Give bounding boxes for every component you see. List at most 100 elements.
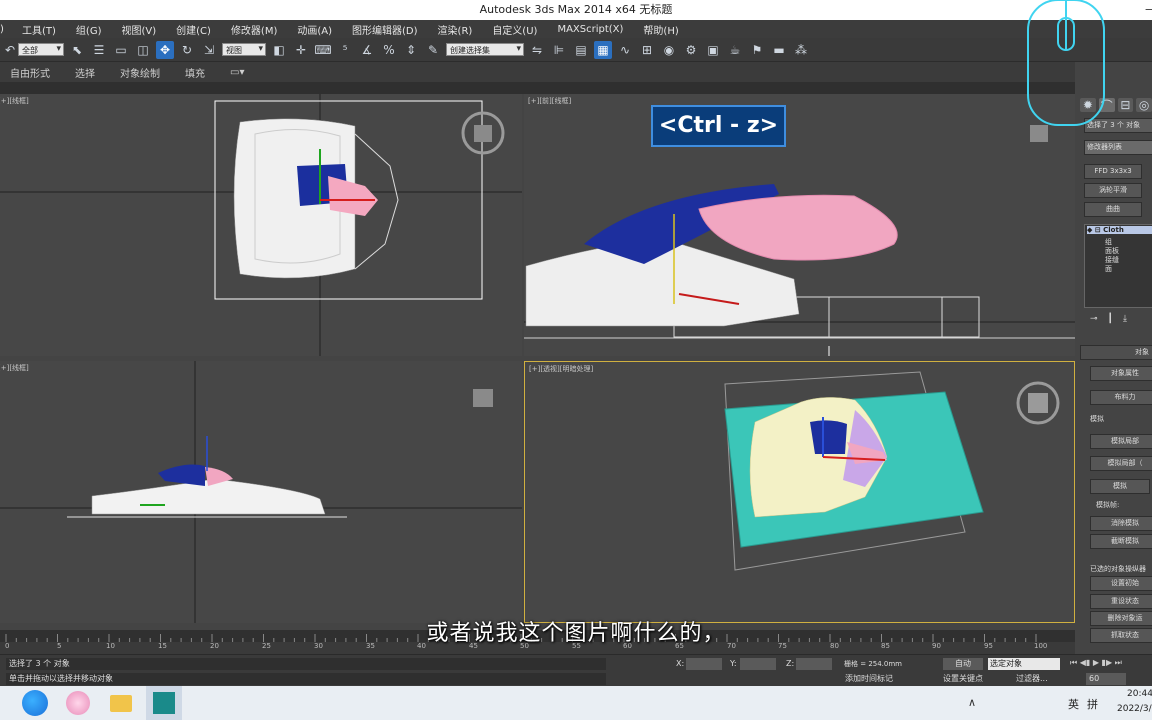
keyboard-shortcut-icon[interactable]: ⌨ (314, 41, 332, 59)
spinner-snap-icon[interactable]: ⇕ (402, 41, 420, 59)
rollout-object-header[interactable]: 对象 (1080, 345, 1152, 360)
render-iterative-icon[interactable]: ⚑ (748, 41, 766, 59)
menu-overflow[interactable]: ) (0, 24, 12, 35)
status-line-2: 单击并拖动以选择并移动对象 (6, 673, 606, 685)
select-move-icon[interactable]: ✥ (156, 40, 174, 59)
auto-key-button[interactable]: 自动 (943, 658, 983, 670)
make-unique-icon[interactable]: ⤓ (1123, 314, 1127, 328)
simulate-local-damped-button[interactable]: 模拟局部（ (1090, 456, 1152, 471)
layer-manager-icon[interactable]: ▤ (572, 41, 590, 59)
stack-cloth-label: Cloth (1103, 226, 1124, 234)
ribbon-options-icon[interactable]: ▭▾ (220, 67, 259, 78)
window-crossing-icon[interactable]: ◫ (134, 41, 152, 59)
coord-x-field[interactable] (686, 658, 722, 670)
current-frame-field[interactable]: 60 (1086, 673, 1126, 685)
set-initial-state-button[interactable]: 设置初始 (1090, 576, 1152, 591)
erase-simulation-button[interactable]: 消除模拟 (1090, 516, 1152, 531)
selection-filter-dropdown[interactable]: 全部 (18, 43, 64, 56)
status-bar: 选择了 3 个 对象 单击并拖动以选择并移动对象 X: Y: Z: 栅格 = 2… (0, 654, 1152, 686)
curve-editor-icon[interactable]: ∿ (616, 41, 634, 59)
select-rotate-icon[interactable]: ↻ (178, 41, 196, 59)
menu-bar: ) 工具(T) 组(G) 视图(V) 创建(C) 修改器(M) 动画(A) 图形… (0, 20, 1152, 38)
extra-tool-1-icon[interactable]: ▬ (770, 41, 788, 59)
coord-z-label: Z: (786, 659, 795, 668)
angle-snap-icon[interactable]: ∡ (358, 41, 376, 59)
reset-state-button[interactable]: 重设状态 (1090, 594, 1152, 609)
cloth-forces-button[interactable]: 布料力 (1090, 390, 1152, 405)
viewport-front-canvas (524, 125, 1075, 356)
render-setup-icon[interactable]: ⚙ (682, 41, 700, 59)
rendered-frame-icon[interactable]: ▣ (704, 41, 722, 59)
edge-browser-icon[interactable] (22, 690, 48, 716)
playback-controls[interactable]: ⏮ ◀▮ ▶ ▮▶ ⏭ (1070, 658, 1152, 670)
select-by-name-icon[interactable]: ☰ (90, 41, 108, 59)
material-editor-icon[interactable]: ◉ (660, 41, 678, 59)
modifier-list-dropdown[interactable]: 修改器列表 (1084, 140, 1152, 155)
menu-rendering[interactable]: 渲染(R) (428, 22, 483, 37)
coord-z-field[interactable] (796, 658, 832, 670)
pin-stack-icon[interactable]: ⊸ (1090, 314, 1098, 328)
ref-coord-dropdown[interactable]: 视图 (222, 43, 266, 56)
menu-animation[interactable]: 动画(A) (287, 22, 342, 37)
menu-create[interactable]: 创建(C) (166, 22, 221, 37)
rect-selection-icon[interactable]: ▭ (112, 41, 130, 59)
show-end-result-icon[interactable]: ┃ (1108, 314, 1113, 328)
ribbon-tab-object-paint[interactable]: 对象绘制 (110, 65, 175, 80)
undo-icon[interactable]: ↶ (5, 41, 15, 59)
simulate-local-button[interactable]: 模拟局部 (1090, 434, 1152, 449)
ffd-button[interactable]: FFD 3x3x3 (1084, 164, 1142, 179)
truncate-simulation-button[interactable]: 截断模拟 (1090, 534, 1152, 549)
coord-y-field[interactable] (740, 658, 776, 670)
ribbon-tab-populate[interactable]: 填充 (175, 65, 220, 80)
section-selected-manipulator: 已选的对象操纵器 (1090, 565, 1146, 573)
ime-language[interactable]: 英 (1068, 696, 1079, 712)
mirror-icon[interactable]: ⇋ (528, 41, 546, 59)
ribbon-tab-freeform[interactable]: 自由形式 (0, 65, 65, 80)
simulate-button[interactable]: 模拟 (1090, 479, 1150, 494)
menu-customize[interactable]: 自定义(U) (482, 22, 547, 37)
file-explorer-icon[interactable] (110, 695, 132, 712)
ribbon-tab-selection[interactable]: 选择 (65, 65, 110, 80)
menu-maxscript[interactable]: MAXScript(X) (547, 24, 633, 35)
menu-tools[interactable]: 工具(T) (12, 22, 66, 37)
tray-chevron-icon[interactable]: ∧ (968, 696, 976, 709)
music-app-icon[interactable] (66, 691, 90, 715)
stack-cloth[interactable]: ◆ ⊟ Cloth (1087, 226, 1152, 234)
menu-modifiers[interactable]: 修改器(M) (221, 22, 287, 37)
select-scale-icon[interactable]: ⇲ (200, 41, 218, 59)
render-production-icon[interactable]: ☕ (726, 41, 744, 59)
ime-mode[interactable]: 拼 (1087, 696, 1098, 712)
shortcut-overlay: <Ctrl - z> (651, 105, 786, 147)
set-key-button[interactable]: 设置关键点 (943, 673, 983, 685)
pivot-center-icon[interactable]: ◧ (270, 41, 288, 59)
motion-tab-icon[interactable]: ◎ (1136, 98, 1152, 112)
snap-toggle-icon[interactable]: ⁵ (336, 41, 354, 59)
turbosmooth-button[interactable]: 涡轮平滑 (1084, 183, 1142, 198)
key-filters-button[interactable]: 过滤器... (1016, 673, 1048, 684)
stack-sub-face[interactable]: 面 (1105, 264, 1112, 274)
hierarchy-tab-icon[interactable]: ⊟ (1117, 98, 1134, 112)
align-icon[interactable]: ⊫ (550, 41, 568, 59)
schematic-view-icon[interactable]: ⊞ (638, 41, 656, 59)
scene-explorer-icon[interactable]: ▦ (594, 40, 612, 59)
object-properties-button[interactable]: 对象属性 (1090, 366, 1152, 381)
key-filter-dropdown[interactable]: 选定对象 (988, 658, 1060, 670)
viewport-left[interactable]: [+][线框] (0, 361, 522, 623)
clock-time: 20:44 (1127, 689, 1152, 699)
viewport-front[interactable]: [+][前][线框] (524, 94, 1075, 356)
viewport-perspective[interactable]: [+][透视][明暗处理] (524, 361, 1075, 623)
menu-views[interactable]: 视图(V) (111, 22, 166, 37)
add-time-tag-text[interactable]: 添加时间标记 (845, 673, 893, 684)
named-selection-dropdown[interactable]: 创建选择集 (446, 43, 524, 56)
select-manipulate-icon[interactable]: ✛ (292, 41, 310, 59)
menu-graph-editors[interactable]: 图形编辑器(D) (342, 22, 428, 37)
bend-button[interactable]: 曲曲 (1084, 202, 1142, 217)
minimize-button[interactable]: — (1136, 0, 1152, 20)
extra-tool-2-icon[interactable]: ⁂ (792, 41, 810, 59)
edit-named-selection-icon[interactable]: ✎ (424, 41, 442, 59)
percent-snap-icon[interactable]: % (380, 41, 398, 59)
menu-help[interactable]: 帮助(H) (633, 22, 688, 37)
viewport-top[interactable]: [+][线框] (0, 94, 522, 356)
menu-group[interactable]: 组(G) (66, 22, 112, 37)
select-object-icon[interactable]: ⬉ (68, 41, 86, 59)
